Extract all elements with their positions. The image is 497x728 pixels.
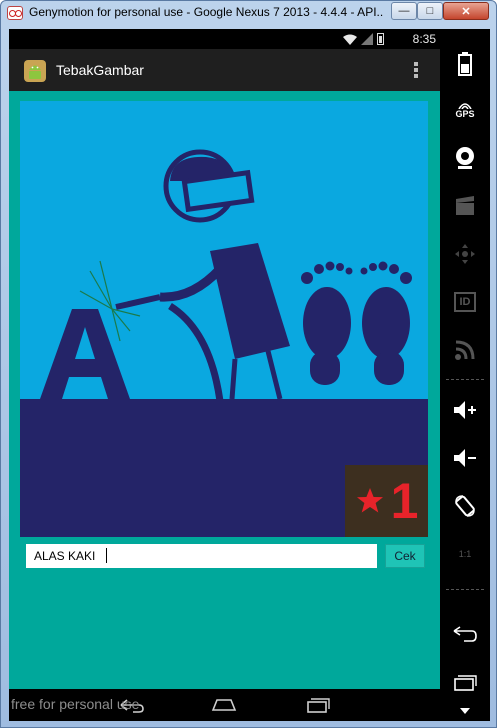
toolbar-separator [446,379,484,380]
wifi-icon [343,34,357,45]
webcam-icon [456,147,474,169]
genymotion-toolbar: GPS ID 1:1 [440,29,490,721]
window-frame: Genymotion for personal use - Google Nex… [0,0,497,728]
signal-icon [361,33,373,45]
answer-input[interactable] [26,544,377,568]
app-title: TebakGambar [56,62,144,78]
window-titlebar[interactable]: Genymotion for personal use - Google Nex… [1,1,496,25]
maximize-button[interactable]: □ [417,2,443,20]
chevron-down-icon [460,708,470,714]
star-icon [356,488,383,513]
recent-apps-icon [454,675,477,691]
volume-down-button[interactable] [452,445,478,471]
level-badge: 1 [345,465,428,537]
camera-button[interactable] [452,145,478,171]
cast-button[interactable] [452,337,478,363]
rotate-button[interactable] [452,493,478,519]
overflow-menu-icon[interactable] [413,61,419,79]
minimize-button[interactable]: — [391,2,417,20]
dpad-button[interactable] [452,241,478,267]
puzzle-image: 1 [20,101,428,537]
nav-recent-apps-icon[interactable] [305,697,331,713]
volume-up-button[interactable] [452,397,478,423]
battery-widget-icon [458,52,472,76]
rss-icon [455,340,475,360]
gps-icon [458,103,472,109]
scale-label: 1:1 [458,549,472,559]
volume-down-icon [454,449,476,467]
android-launcher-icon[interactable] [21,56,49,84]
recent-apps-button[interactable] [452,669,478,695]
id-label: ID [454,292,476,312]
rotate-icon [455,495,475,517]
battery-icon [377,33,384,45]
level-number: 1 [390,473,419,529]
gps-button[interactable]: GPS [452,97,478,123]
back-icon [453,626,477,642]
android-status-bar: 8:35 [9,29,440,49]
close-button[interactable]: ✕ [443,2,489,20]
check-button[interactable]: Cek [385,544,425,568]
pixel-perfect-button[interactable]: 1:1 [452,541,478,567]
nav-home-icon[interactable] [211,697,237,713]
emulator-screen: 8:35 TebakGambar 1 ALAS KAKI Cek free fo… [9,29,490,721]
watermark-text: free for personal use [11,696,140,712]
window-title: Genymotion for personal use - Google Nex… [29,5,384,19]
genymotion-icon [7,6,23,20]
capture-button[interactable] [452,193,478,219]
battery-widget-button[interactable] [452,51,478,77]
toolbar-separator-2 [446,589,484,590]
back-button[interactable] [452,621,478,647]
device-id-button[interactable]: ID [452,289,478,315]
app-content: 1 Cek [9,91,440,689]
volume-up-icon [454,401,476,419]
text-caret [106,548,107,563]
status-time: 8:35 [412,32,436,46]
scroll-down-button[interactable] [452,703,478,719]
gps-label: GPS [455,109,475,119]
dpad-icon [455,244,475,264]
clapperboard-icon [456,196,474,215]
app-action-bar: TebakGambar [9,49,440,91]
